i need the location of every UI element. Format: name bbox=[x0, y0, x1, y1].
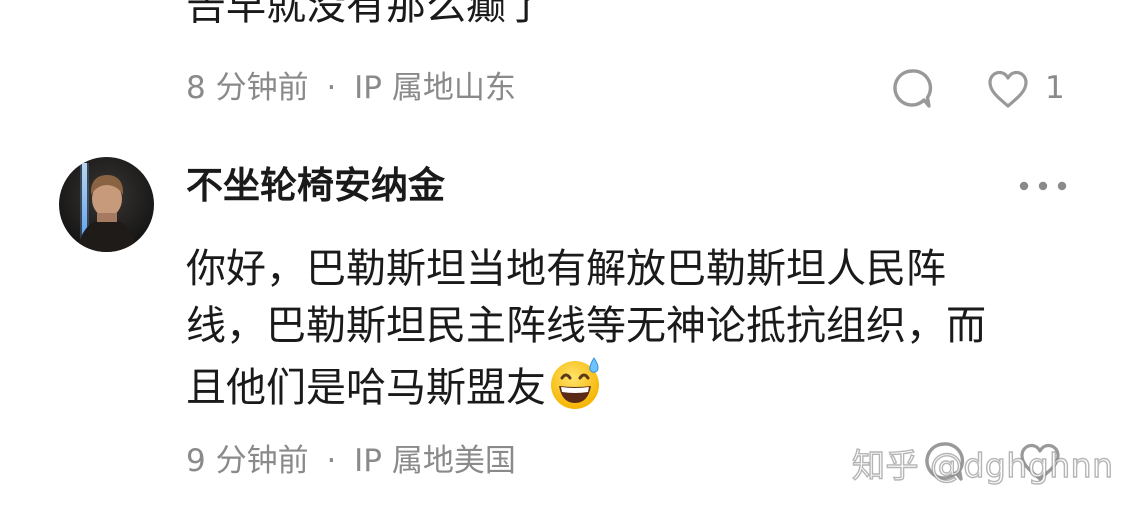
comment-text-line: 你好，巴勒斯坦当地有解放巴勒斯坦人民阵 bbox=[186, 246, 946, 292]
comment-text: 你好，巴勒斯坦当地有解放巴勒斯坦人民阵 线，巴勒斯坦民主阵线等无神论抵抗组织，而… bbox=[186, 241, 1081, 417]
heart-icon[interactable] bbox=[986, 69, 1030, 109]
grinning-sweat-emoji bbox=[551, 357, 599, 409]
watermark: 知乎 @dghghnn bbox=[851, 445, 1114, 485]
comment-meta: 8 分钟前 · IP 属地山东 bbox=[186, 68, 516, 108]
username[interactable]: 不坐轮椅安纳金 bbox=[186, 162, 445, 210]
avatar-image bbox=[59, 157, 154, 252]
avatar[interactable] bbox=[59, 157, 154, 252]
comment-text-line: 且他们是哈马斯盟友 bbox=[186, 365, 546, 411]
comment-thread: 告早就没有那么癫了 8 分钟前 · IP 属地山东 1 不坐轮椅安纳金 你好，巴… bbox=[0, 0, 1133, 519]
comment-time: 9 分钟前 bbox=[186, 443, 309, 479]
comment-time: 8 分钟前 bbox=[186, 70, 309, 106]
comment-location: IP 属地美国 bbox=[354, 443, 516, 479]
like-count: 1 bbox=[1045, 70, 1065, 106]
comment-text: 告早就没有那么癫了 bbox=[186, 0, 546, 29]
comment-text-line-with-emoji: 且他们是哈马斯盟友 bbox=[186, 355, 1081, 417]
comment-meta: 9 分钟前 · IP 属地美国 bbox=[186, 441, 516, 481]
meta-separator: · bbox=[326, 443, 337, 479]
more-dots-icon[interactable] bbox=[1016, 172, 1070, 200]
comment-location: IP 属地山东 bbox=[354, 70, 516, 106]
comment-bubble-icon[interactable] bbox=[890, 67, 934, 111]
meta-separator: · bbox=[326, 70, 337, 106]
comment-text-line: 线，巴勒斯坦民主阵线等无神论抵抗组织，而 bbox=[186, 303, 986, 349]
